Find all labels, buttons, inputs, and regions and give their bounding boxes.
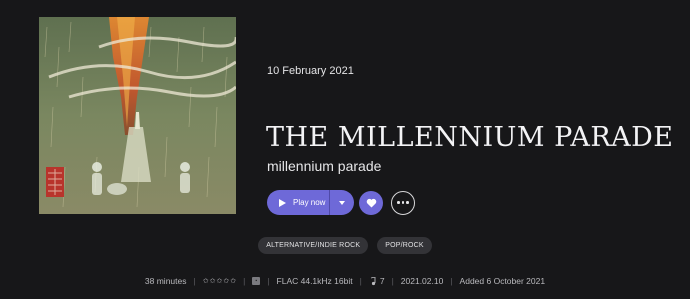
- artist-name[interactable]: millennium parade: [267, 158, 381, 174]
- release-date: 10 February 2021: [267, 65, 354, 77]
- star-icon[interactable]: ✩: [223, 277, 229, 285]
- album-title: THE MILLENNIUM PARADE: [266, 122, 674, 153]
- rating-stars[interactable]: ✩ ✩ ✩ ✩ ✩: [203, 277, 236, 285]
- chevron-down-icon: [339, 200, 345, 205]
- star-icon[interactable]: ✩: [230, 277, 236, 285]
- album-cover[interactable]: [39, 17, 236, 214]
- action-bar: Play now: [267, 190, 415, 215]
- star-icon[interactable]: ✩: [210, 277, 216, 285]
- play-options-button[interactable]: [330, 190, 354, 215]
- heart-icon: [366, 198, 376, 208]
- album-metadata: 38 minutes | ✩ ✩ ✩ ✩ ✩ | ▪ | FLAC 44.1kH…: [144, 276, 546, 286]
- version: 2021.02.10: [400, 276, 444, 286]
- audio-format: FLAC 44.1kHz 16bit: [276, 276, 353, 286]
- more-icon: [397, 201, 400, 204]
- play-now-button[interactable]: Play now: [267, 190, 329, 215]
- star-icon[interactable]: ✩: [203, 277, 209, 285]
- genre-tag[interactable]: POP/ROCK: [377, 237, 432, 254]
- play-now-label: Play now: [293, 198, 326, 207]
- quality-badge-icon: ▪: [252, 277, 261, 285]
- track-count: 7: [369, 276, 385, 286]
- track-count-value: 7: [379, 276, 385, 286]
- more-button[interactable]: [391, 190, 415, 215]
- duration: 38 minutes: [144, 276, 187, 286]
- play-icon: [279, 198, 286, 207]
- genre-tag[interactable]: ALTERNATIVE/INDIE ROCK: [258, 237, 369, 254]
- genre-tags: ALTERNATIVE/INDIE ROCK POP/ROCK: [0, 237, 690, 254]
- favorite-button[interactable]: [359, 190, 383, 215]
- star-icon[interactable]: ✩: [216, 277, 222, 285]
- date-added: Added 6 October 2021: [459, 276, 546, 286]
- music-note-icon: [370, 276, 376, 285]
- album-cover-art: [39, 17, 236, 214]
